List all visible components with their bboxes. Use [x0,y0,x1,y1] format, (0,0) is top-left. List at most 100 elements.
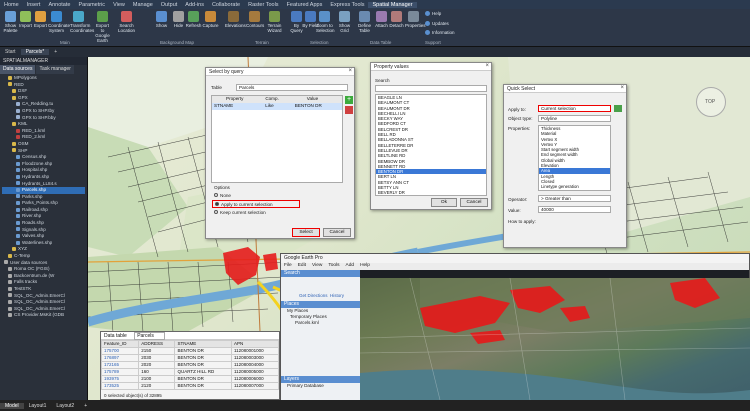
tree-item[interactable]: Railroad.shp [2,207,85,214]
tree-item[interactable]: SQL_OC_Admin.EmerCl [2,293,85,300]
ge-menu-file[interactable]: File [281,263,295,270]
tree-item[interactable]: Census.shp [2,154,85,161]
tree-item[interactable]: Parks.shp [2,194,85,201]
select-button[interactable]: Select [292,228,320,237]
ribbon-export-to-google-earth-button[interactable]: Export to Google Earth [94,11,111,43]
tree-item[interactable]: CA_Redding.tu [2,101,85,108]
view-cube[interactable]: TOP [696,87,726,117]
table-row[interactable]: 175700 2150 BENTON DR 112080001000 [100,347,280,355]
tree-item[interactable]: River.shp [2,213,85,220]
option-apply-current-selection[interactable]: Apply to current selection [212,200,300,208]
condition-row[interactable]: STNAME Like BENTON DR [212,103,342,110]
property-list-item[interactable]: Linetype generation [539,184,610,189]
menu-item-spatial-manager[interactable]: Spatial Manager [368,1,417,8]
tree-item[interactable]: Parcels.shp [2,187,85,194]
values-list[interactable]: BEAGLE LN BEAUMONT CT BEAUMONT DR BECHELLI … [375,94,487,196]
tree-item[interactable]: User data sources [2,260,85,267]
ribbon-show-grid-button[interactable]: Show Grid [336,11,353,33]
menu-item-annotate[interactable]: Annotate [44,2,74,8]
tree-item[interactable]: Hydrants_LL84.s [2,181,85,188]
doc-tab-1[interactable]: Parcels* [20,49,50,55]
tree-item[interactable]: Roma OC (FGIS) [2,266,85,273]
tab-data-sources[interactable]: Data sources [0,65,36,74]
tree-item[interactable]: Backcentrum.de (W [2,273,85,280]
tree-item[interactable]: Roads.shp [2,220,85,227]
ribbon-coordinate-system-button[interactable]: Coordinate System [48,11,70,33]
tree-item[interactable]: Parks_Points.shp [2,200,85,207]
menu-item-home[interactable]: Home [0,2,23,8]
tree-item[interactable]: Valves.shp [2,233,85,240]
ribbon-export-button[interactable]: Export [32,11,49,28]
places-header[interactable]: Places [281,301,360,308]
tree-item[interactable]: Falls tracks [2,279,85,286]
ge-menu-add[interactable]: Add [343,263,358,270]
layout-tab-3[interactable]: + [79,403,92,409]
tree-item[interactable]: GPX to SHP.tby [2,108,85,115]
object-type-select[interactable]: Polyline [538,115,611,122]
apply-to-select[interactable]: Current selection [538,105,611,112]
history-link[interactable]: History [330,293,344,298]
option-none[interactable]: None [214,193,231,199]
ribbon-help-button[interactable]: Help [425,11,441,17]
cancel-button[interactable]: Cancel [460,198,488,207]
tree-item[interactable]: RED [2,82,85,89]
ribbon-refresh-button[interactable]: Refresh [185,11,202,28]
select-objects-icon[interactable] [614,105,622,112]
ok-button[interactable]: Ok [431,198,457,207]
ribbon-contours-button[interactable]: Contours [246,11,264,28]
ribbon-updates-button[interactable]: Updates [425,21,449,27]
add-condition-button[interactable]: + [345,96,353,104]
ribbon-properties-button[interactable]: Properties [405,11,426,28]
ribbon-transform-coordinates-button[interactable]: Transform Coordinates [70,11,94,33]
menu-item-output[interactable]: Output [157,2,182,8]
doc-tab-2[interactable]: + [49,49,62,55]
ribbon-zoom-to-selection-button[interactable]: Zoom to Selection [316,11,335,33]
ribbon-detach-button[interactable]: Detach [388,11,405,28]
ribbon-capture-button[interactable]: Capture [202,11,219,28]
tree-item[interactable]: RED_1.kml [2,128,85,135]
tree-item[interactable]: Waterlines.shp [2,240,85,247]
remove-condition-button[interactable] [345,106,353,114]
tree-item[interactable]: SQL_OC_Admin.EmerCl [2,299,85,306]
table-row[interactable]: 175789 160 QUARTZ HILL RD 112080005000 [100,368,280,376]
column-header[interactable]: Feature_ID [100,340,140,348]
tree-item[interactable]: DXF [2,88,85,95]
ge-menu-edit[interactable]: Edit [295,263,309,270]
tree-item[interactable]: GPX [2,95,85,102]
menu-item-express-tools[interactable]: Express Tools [326,2,368,8]
layer-primary-database[interactable]: Primary Database [281,383,360,389]
operator-select[interactable]: > Greater than [538,195,611,202]
option-keep-current-selection[interactable]: Keep current selection [214,210,266,216]
properties-list[interactable]: Thickness Material Vertex X Vertex Y Start s… [538,125,611,191]
close-icon[interactable]: × [620,85,624,91]
menu-item-view[interactable]: View [109,2,129,8]
table-row[interactable]: 193975 2100 BENTON DR 112080006000 [100,375,280,383]
tree-item[interactable]: TestSTK [2,286,85,293]
tree-item[interactable]: Hospital.shp [2,167,85,174]
table-select[interactable]: Parcels [236,84,348,91]
cancel-button[interactable]: Cancel [323,228,351,237]
doc-tab-0[interactable]: Start [0,49,21,55]
menu-item-collaborate[interactable]: Collaborate [208,2,244,8]
tree-item[interactable]: Hydrants.shp [2,174,85,181]
tree-item[interactable]: KML [2,121,85,128]
ribbon-define-table-button[interactable]: Define Table [356,11,373,33]
ribbon-information-button[interactable]: Information [425,30,455,36]
menu-item-add-ins[interactable]: Add-ins [181,2,208,8]
tree-item[interactable]: XYZ [2,246,85,253]
tree-item[interactable]: MPolygons [2,75,85,82]
get-directions-link[interactable]: Get Directions History [281,293,360,298]
close-icon[interactable]: × [485,63,489,69]
column-header[interactable]: ADDRESS [138,340,176,348]
ribbon-search-location-button[interactable]: Search Location [118,11,135,33]
search-input[interactable] [375,85,487,92]
layout-tab-2[interactable]: Layout2 [51,403,79,409]
tree-item[interactable]: SHP [2,148,85,155]
column-header[interactable]: APN [230,340,280,348]
search-header[interactable]: Search [281,270,360,277]
ge-menu-view[interactable]: View [309,263,325,270]
table-row[interactable]: 173525 2120 BENTON DR 112080007000 [100,382,280,390]
menu-item-raster-tools[interactable]: Raster Tools [244,2,282,8]
tree-item[interactable]: RED_2.kml [2,134,85,141]
menu-item-featured-apps[interactable]: Featured Apps [283,2,327,8]
